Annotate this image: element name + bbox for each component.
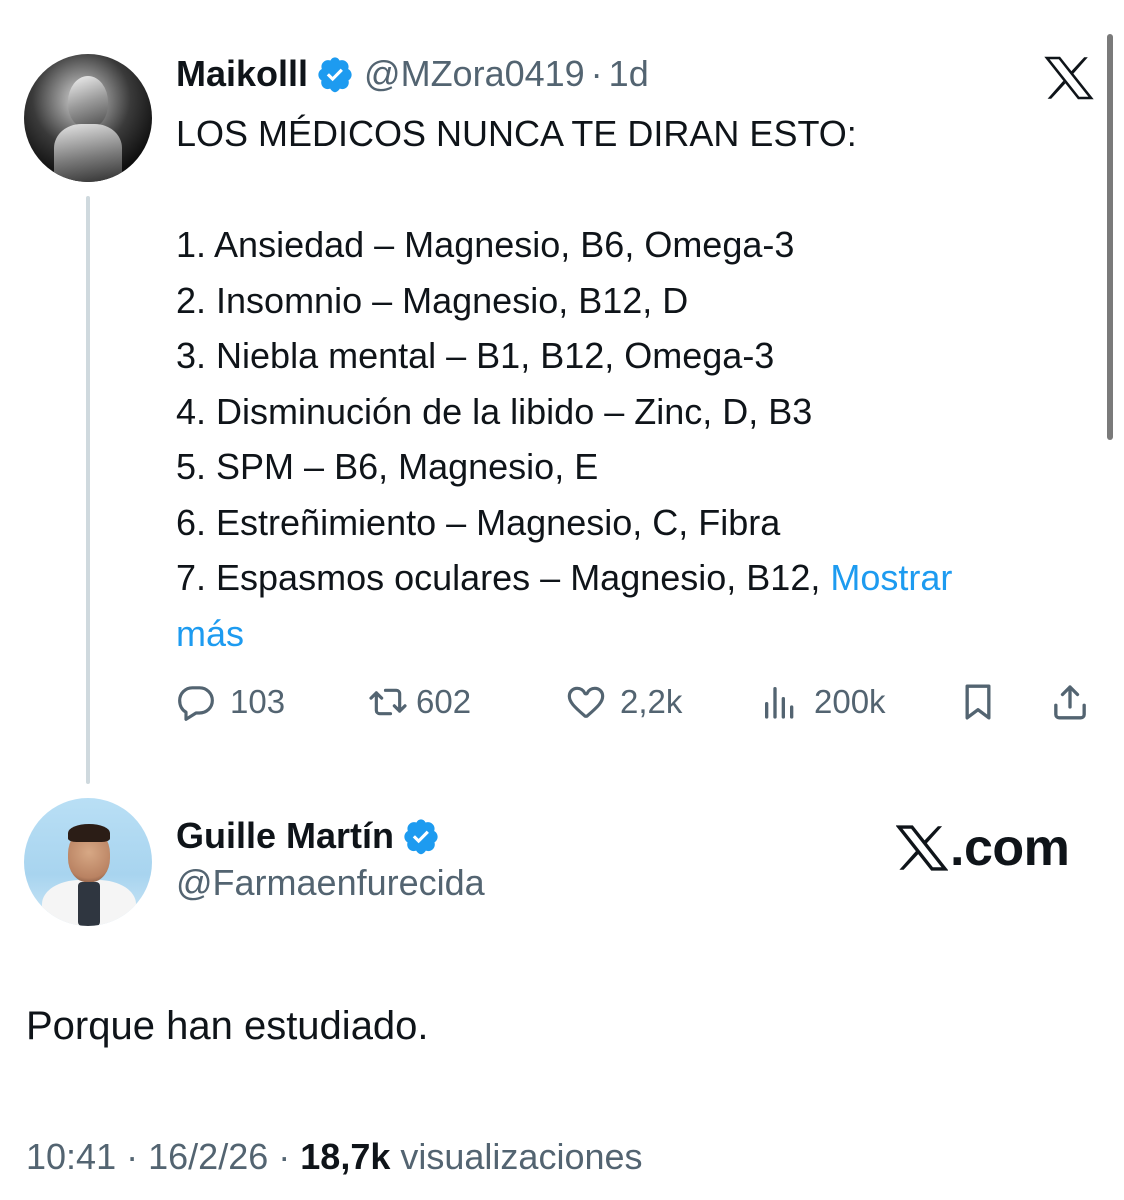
bookmark-button[interactable] [958, 674, 998, 730]
retweet-count: 602 [416, 683, 472, 720]
avatar-hair [68, 824, 110, 842]
tweet-body: LOS MÉDICOS NUNCA TE DIRAN ESTO: 1. Ansi… [176, 106, 1096, 661]
retweet-icon [369, 688, 407, 716]
thread-line [86, 196, 90, 784]
avatar-figure-head [68, 76, 108, 128]
retweet-button[interactable]: 602 [368, 674, 471, 730]
list-item: 2. Insomnio – Magnesio, B12, D [176, 279, 689, 321]
tweet-screenshot: Maikolll @MZora0419 · 1d LOS MÉDICOS NUN… [0, 0, 1124, 1200]
views-button[interactable]: 200k [760, 674, 886, 730]
avatar-maikolll[interactable] [24, 54, 152, 182]
views-count: 200k [814, 683, 886, 720]
bookmark-icon [965, 684, 991, 720]
tweet-header: Maikolll @MZora0419 · 1d [176, 50, 649, 98]
scrollbar[interactable] [1107, 34, 1113, 440]
separator-dot: · [590, 53, 603, 94]
share-button[interactable] [1050, 674, 1090, 730]
list-item: 1. Ansiedad – Magnesio, B6, Omega-3 [176, 224, 795, 265]
display-name[interactable]: Maikolll [176, 53, 308, 95]
verified-badge-icon [404, 819, 438, 855]
like-count: 2,2k [620, 683, 683, 720]
like-icon [567, 686, 605, 718]
avatar-figure-body [54, 124, 122, 182]
reply-date[interactable]: 16/2/26 [148, 1136, 268, 1177]
reply-views-count: 18,7k [300, 1136, 391, 1177]
timestamp[interactable]: 1d [609, 53, 649, 95]
handle[interactable]: @MZora0419 [364, 53, 585, 95]
reply-button[interactable]: 103 [176, 674, 285, 730]
list-item: 5. SPM – B6, Magnesio, E [176, 446, 599, 487]
reply-views-label: visualizaciones [400, 1136, 643, 1177]
x-com-watermark: .com [896, 818, 1070, 878]
list-item-last: 7. Espasmos oculares – Magnesio, B12, Mo… [176, 550, 1096, 606]
like-button[interactable]: 2,2k [566, 674, 682, 730]
reply-time[interactable]: 10:41 [26, 1136, 116, 1177]
x-com-domain: .com [950, 819, 1070, 877]
views-icon [765, 687, 794, 719]
reply-body: Porque han estudiado. [26, 1004, 429, 1048]
separator-dot: · [126, 1136, 139, 1177]
list-item-text: 7. Espasmos oculares – Magnesio, B12, [176, 557, 831, 598]
x-logo-icon [896, 825, 948, 871]
separator-dot: · [278, 1136, 291, 1177]
x-logo-icon [1044, 56, 1094, 100]
reply-count: 103 [230, 683, 286, 720]
show-more-link[interactable]: Mostrar [830, 557, 952, 598]
show-more-link-continued[interactable]: más [176, 613, 244, 654]
tweet-headline: LOS MÉDICOS NUNCA TE DIRAN ESTO: [176, 113, 857, 154]
action-bar: 103 602 2,2k 200k [176, 674, 1096, 730]
reply-display-name[interactable]: Guille Martín [176, 815, 394, 857]
reply-meta: 10:41 · 16/2/26 · 18,7k visualizaciones [26, 1136, 643, 1178]
list-item: 3. Niebla mental – B1, B12, Omega-3 [176, 335, 775, 376]
list-item: 6. Estreñimiento – Magnesio, C, Fibra [176, 501, 781, 543]
share-icon [1054, 685, 1086, 720]
avatar-guille-martin[interactable] [24, 798, 152, 926]
verified-badge-icon [318, 57, 352, 93]
reply-header: Guille Martín [176, 812, 450, 860]
reply-handle[interactable]: @Farmaenfurecida [176, 862, 485, 904]
reply-icon [178, 686, 214, 721]
avatar-shirt [78, 882, 100, 926]
list-item: 4. Disminución de la libido – Zinc, D, B… [176, 390, 813, 432]
